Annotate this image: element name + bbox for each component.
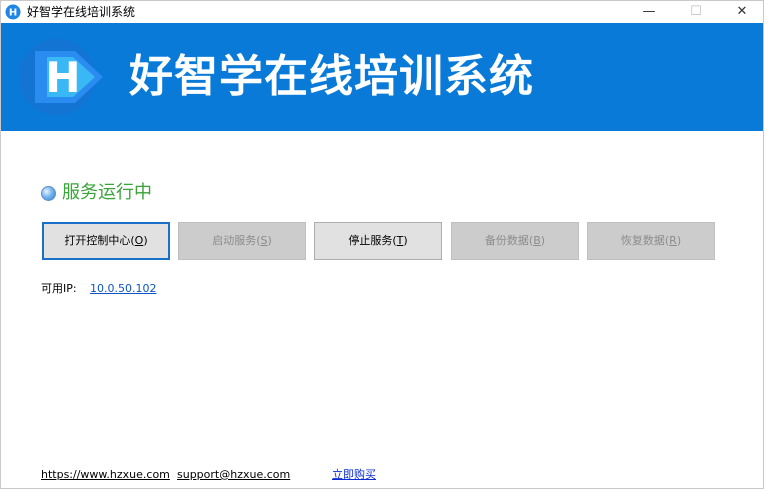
svg-text:H: H — [9, 8, 17, 19]
logo-letter: H — [45, 53, 80, 102]
button-suffix: ) — [676, 234, 682, 247]
button-suffix: ) — [540, 234, 546, 247]
stop-service-button[interactable]: 停止服务(T) — [314, 222, 442, 260]
button-label: 停止服务( — [348, 234, 397, 247]
support-email-link[interactable]: support@hzxue.com — [177, 467, 290, 483]
button-label: 恢复数据( — [620, 234, 670, 247]
header-banner: H 好智学在线培训系统 — [1, 23, 763, 131]
window-title: 好智学在线培训系统 — [27, 5, 136, 19]
buy-now-link[interactable]: 立即购买 — [332, 467, 376, 483]
maximize-button[interactable]: ☐ — [673, 1, 719, 23]
app-window: H 好智学在线培训系统 — ☐ ✕ H 好智学在线培训系统 服务运行中 打开控制… — [0, 0, 764, 489]
close-button[interactable]: ✕ — [719, 1, 764, 23]
start-service-button[interactable]: 启动服务(S) — [178, 222, 306, 260]
backup-data-button[interactable]: 备份数据(B) — [451, 222, 579, 260]
status-text: 服务运行中 — [62, 182, 152, 203]
status-indicator-icon — [41, 186, 56, 201]
open-control-center-button[interactable]: 打开控制中心(O) — [42, 222, 170, 260]
restore-data-button[interactable]: 恢复数据(R) — [587, 222, 715, 260]
button-hotkey: B — [533, 234, 541, 247]
banner-title: 好智学在线培训系统 — [129, 51, 534, 102]
button-suffix: ) — [403, 234, 408, 247]
button-hotkey: R — [669, 234, 677, 247]
button-suffix: ) — [143, 234, 148, 247]
button-label: 启动服务( — [212, 234, 261, 247]
button-label: 备份数据( — [484, 234, 534, 247]
button-suffix: ) — [267, 234, 272, 247]
minimize-button[interactable]: — — [626, 1, 672, 23]
brand-logo-icon: H — [19, 39, 103, 115]
available-ip-label: 可用IP: — [41, 282, 77, 295]
app-logo-icon: H — [5, 4, 21, 20]
website-link[interactable]: https://www.hzxue.com — [41, 467, 170, 483]
available-ip-link[interactable]: 10.0.50.102 — [90, 281, 156, 297]
button-label: 打开控制中心( — [64, 234, 135, 247]
title-bar[interactable]: H 好智学在线培训系统 — ☐ ✕ — [1, 1, 763, 23]
